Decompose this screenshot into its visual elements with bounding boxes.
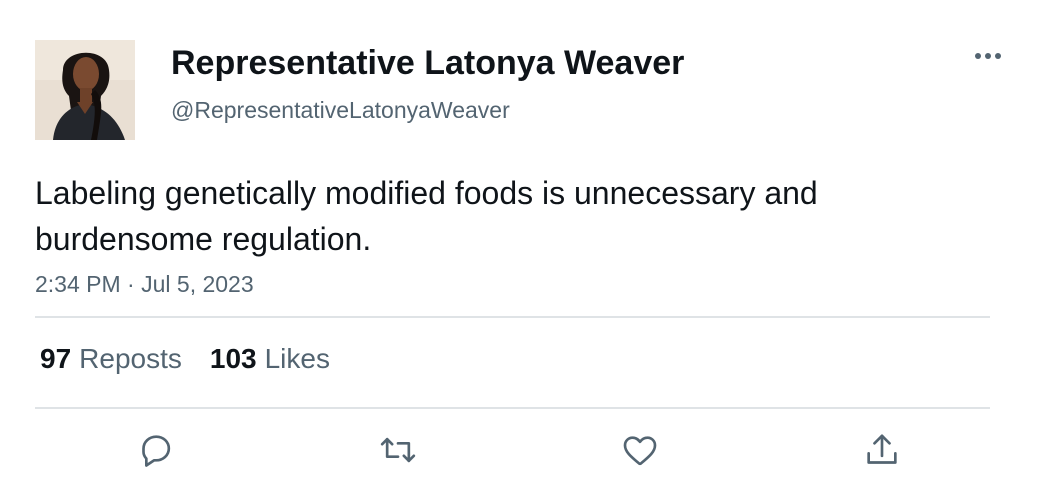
share-button[interactable] [860, 428, 904, 472]
likes-count: 103 [209, 343, 257, 374]
divider-top [35, 316, 990, 318]
repost-button[interactable] [376, 428, 420, 472]
tweet-time: 2:34 PM [35, 271, 121, 297]
likes-stat[interactable]: 103 Likes [210, 342, 330, 376]
author-handle[interactable]: @RepresentativeLatonyaWeaver [171, 96, 510, 124]
author-display-name[interactable]: Representative Latonya Weaver [171, 42, 684, 84]
reposts-stat[interactable]: 97 Reposts [40, 342, 182, 376]
share-icon [867, 434, 897, 464]
tweet-stats: 97 Reposts 103 Likes [40, 342, 358, 376]
tweet-date: Jul 5, 2023 [141, 271, 254, 297]
reply-icon [142, 435, 171, 467]
like-button[interactable] [618, 428, 662, 472]
reposts-count: 97 [40, 343, 72, 374]
likes-label: Likes [264, 343, 330, 374]
tweet-text: Labeling genetically modified foods is u… [35, 175, 818, 257]
reply-button[interactable] [134, 428, 178, 472]
timestamp-separator: · [127, 271, 135, 297]
more-options-button[interactable] [970, 44, 1006, 68]
reposts-label: Reposts [79, 343, 182, 374]
tweet-timestamp[interactable]: 2:34 PM · Jul 5, 2023 [35, 270, 254, 298]
repost-icon [380, 437, 416, 463]
heart-icon [623, 436, 657, 466]
avatar-photo [35, 40, 135, 140]
more-horizontal-icon [975, 53, 1001, 59]
avatar[interactable] [35, 40, 135, 140]
divider-bottom [35, 407, 990, 409]
